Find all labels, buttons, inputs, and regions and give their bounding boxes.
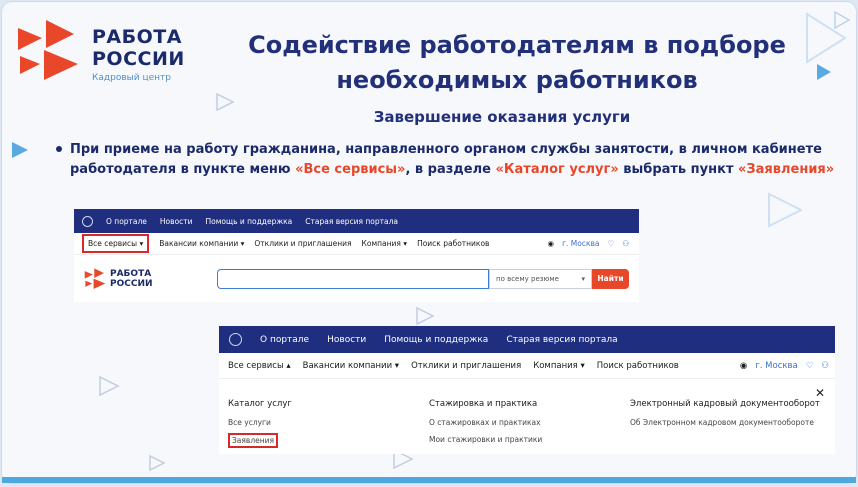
link-applications[interactable]: Заявления [228, 433, 279, 448]
search-scope-value: по всему резюме [496, 275, 559, 283]
triangle-deco-icon [149, 454, 166, 472]
portal-logo-line2: РОССИИ [110, 279, 153, 289]
link-about-edo[interactable]: Об Электронном кадровом документообороте [630, 418, 820, 427]
menu-company[interactable]: Компания ▾ [362, 239, 408, 248]
chevron-down-icon: ▾ [581, 275, 585, 283]
favorites-icon[interactable]: ♡ [806, 361, 814, 371]
logo-arrows-icon [84, 268, 106, 289]
menu-all-services[interactable]: Все сервисы ▴ [228, 361, 291, 371]
column-heading: Каталог услуг [228, 399, 292, 409]
triangle-deco-icon [416, 306, 435, 326]
screenshot-portal-header: О портале Новости Помощь и поддержка Ста… [74, 209, 639, 302]
user-icon[interactable]: ⚇ [821, 361, 829, 371]
menu-label: Все сервисы [228, 360, 284, 371]
nav-link-about[interactable]: О портале [260, 335, 309, 345]
bottom-accent-bar [2, 477, 856, 483]
logo-text-line2: РОССИИ [92, 48, 185, 70]
emblem-icon [82, 215, 93, 227]
city-selector[interactable]: г. Москва [755, 361, 797, 371]
screenshot-services-menu: О портале Новости Помощь и поддержка Ста… [219, 326, 835, 454]
column-heading: Электронный кадровый документооборот [630, 399, 820, 409]
link-all-services[interactable]: Все услуги [228, 418, 292, 427]
portal-logo-line1: РАБОТА [110, 269, 152, 279]
dropdown-column-edo: Электронный кадровый документооборот Об … [630, 396, 820, 427]
triangle-deco-icon [99, 375, 120, 397]
dropdown-column-catalog: Каталог услуг Все услуги Заявления [228, 396, 292, 448]
bullet-dot [56, 146, 62, 152]
triangle-deco-icon [768, 192, 804, 228]
link-about-internships[interactable]: О стажировках и практиках [429, 418, 542, 427]
search-input[interactable] [217, 269, 489, 289]
nav-link-about[interactable]: О портале [106, 217, 147, 226]
nav-link-news[interactable]: Новости [160, 217, 193, 226]
dropdown-column-internships: Стажировка и практика О стажировках и пр… [429, 396, 542, 444]
menu-search-workers[interactable]: Поиск работников [597, 361, 679, 371]
nav-link-news[interactable]: Новости [327, 335, 366, 345]
menu-right: ◉ г. Москва ♡ ⚇ [548, 239, 639, 248]
menu-vacancies[interactable]: Вакансии компании ▾ [303, 361, 399, 371]
instruction-highlight-applications: «Заявления» [738, 162, 835, 177]
emblem-icon [229, 333, 242, 346]
nav-link-help[interactable]: Помощь и поддержка [384, 335, 488, 345]
nav-link-help[interactable]: Помощь и поддержка [206, 217, 293, 226]
menu-label: Вакансии компании [159, 239, 239, 248]
find-button[interactable]: Найти [592, 269, 629, 289]
eye-icon[interactable]: ◉ [548, 239, 555, 248]
menu-responses[interactable]: Отклики и приглашения [411, 361, 521, 371]
instruction-text: При приеме на работу гражданина, направл… [70, 140, 840, 180]
instruction-highlight-all-services: «Все сервисы» [295, 162, 406, 177]
logo-text-line1: РАБОТА [92, 26, 182, 48]
menu-right: ◉ г. Москва ♡ ⚇ [740, 361, 835, 371]
menu-label: Все сервисы [88, 239, 138, 248]
page-subtitle: Завершение оказания услуги [373, 108, 631, 126]
user-icon[interactable]: ⚇ [622, 239, 629, 248]
menu-label: Компания [361, 239, 401, 248]
portal-logo[interactable]: РАБОТА РОССИИ [84, 267, 164, 293]
instruction-part: выбрать пункт [618, 162, 739, 177]
nav-link-old-version[interactable]: Старая версия портала [506, 335, 617, 345]
instruction-highlight-catalog: «Каталог услуг» [495, 162, 619, 177]
menu-responses[interactable]: Отклики и приглашения [254, 239, 351, 248]
eye-icon[interactable]: ◉ [740, 361, 747, 371]
column-heading: Стажировка и практика [429, 399, 538, 409]
menu-vacancies[interactable]: Вакансии компании ▾ [159, 239, 244, 248]
menu-label: Вакансии компании [302, 360, 393, 371]
top-nav: О портале Новости Помощь и поддержка Ста… [74, 209, 639, 233]
logo: РАБОТА РОССИИ Кадровый центр [16, 18, 196, 88]
main-menu: Все сервисы ▴ Вакансии компании ▾ Отклик… [219, 353, 835, 379]
search-scope-select[interactable]: по всему резюме ▾ [489, 269, 592, 289]
menu-search-workers[interactable]: Поиск работников [417, 239, 489, 248]
logo-arrows-icon [18, 20, 78, 80]
instruction-part: , в разделе [405, 162, 496, 177]
menu-company[interactable]: Компания ▾ [533, 361, 585, 371]
page-title: Содействие работодателям в подборе необх… [248, 31, 786, 94]
link-my-internships[interactable]: Мои стажировки и практики [429, 435, 542, 444]
city-selector[interactable]: г. Москва [562, 239, 599, 248]
nav-link-old-version[interactable]: Старая версия портала [305, 217, 398, 226]
menu-label: Компания [533, 360, 578, 371]
main-menu: Все сервисы ▾ Вакансии компании ▾ Отклик… [74, 233, 639, 255]
logo-subtitle: Кадровый центр [92, 73, 171, 83]
menu-all-services[interactable]: Все сервисы ▾ [82, 234, 150, 253]
triangle-deco-icon [12, 142, 28, 158]
slide: РАБОТА РОССИИ Кадровый центр Содействие … [2, 2, 856, 483]
favorites-icon[interactable]: ♡ [608, 239, 615, 248]
top-nav: О портале Новости Помощь и поддержка Ста… [219, 326, 835, 353]
